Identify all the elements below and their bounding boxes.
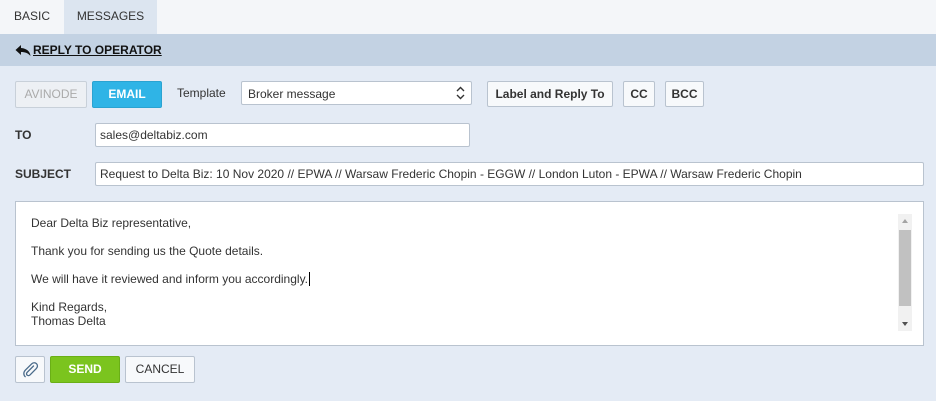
message-body-editor[interactable]: Dear Delta Biz representative, Thank you… — [15, 201, 924, 346]
label-and-reply-to-button[interactable]: Label and Reply To — [487, 81, 613, 107]
to-field[interactable]: sales@deltabiz.com — [95, 123, 470, 147]
tab-basic[interactable]: BASIC — [0, 0, 64, 34]
message-line: Dear Delta Biz representative, — [31, 216, 192, 230]
updown-chevron-icon — [456, 86, 465, 100]
scroll-down-arrow-icon[interactable] — [898, 317, 912, 331]
reply-arrow-icon — [15, 44, 31, 56]
message-line: Thomas Delta — [31, 314, 106, 328]
message-line: We will have it reviewed and inform you … — [31, 272, 311, 286]
message-text: Dear Delta Biz representative, Thank you… — [31, 216, 311, 328]
send-button[interactable]: SEND — [50, 356, 120, 383]
subject-field[interactable]: Request to Delta Biz: 10 Nov 2020 // EPW… — [95, 162, 924, 186]
message-line: Thank you for sending us the Quote detai… — [31, 244, 264, 258]
scroll-up-arrow-icon[interactable] — [898, 214, 912, 228]
template-label: Template — [177, 86, 226, 100]
scroll-thumb[interactable] — [899, 230, 911, 306]
attach-button[interactable] — [15, 356, 45, 383]
subject-label: SUBJECT — [15, 167, 72, 181]
message-line: Kind Regards, — [31, 300, 108, 314]
reply-to-operator-link[interactable]: REPLY TO OPERATOR — [15, 43, 162, 57]
cc-button[interactable]: CC — [623, 81, 655, 107]
template-select-value: Broker message — [248, 87, 336, 101]
paperclip-icon — [23, 362, 39, 378]
reply-to-operator-label: REPLY TO OPERATOR — [33, 43, 162, 57]
reply-bar: REPLY TO OPERATOR — [0, 34, 936, 66]
to-label: TO — [15, 128, 32, 142]
tab-messages[interactable]: MESSAGES — [64, 0, 157, 34]
email-button[interactable]: EMAIL — [92, 81, 162, 108]
bcc-button[interactable]: BCC — [665, 81, 704, 107]
cancel-button[interactable]: CANCEL — [125, 356, 195, 383]
tab-bar: BASIC MESSAGES — [0, 0, 936, 34]
avinode-button[interactable]: AVINODE — [15, 81, 87, 108]
template-select[interactable]: Broker message — [241, 81, 472, 105]
message-scrollbar[interactable] — [898, 214, 912, 331]
